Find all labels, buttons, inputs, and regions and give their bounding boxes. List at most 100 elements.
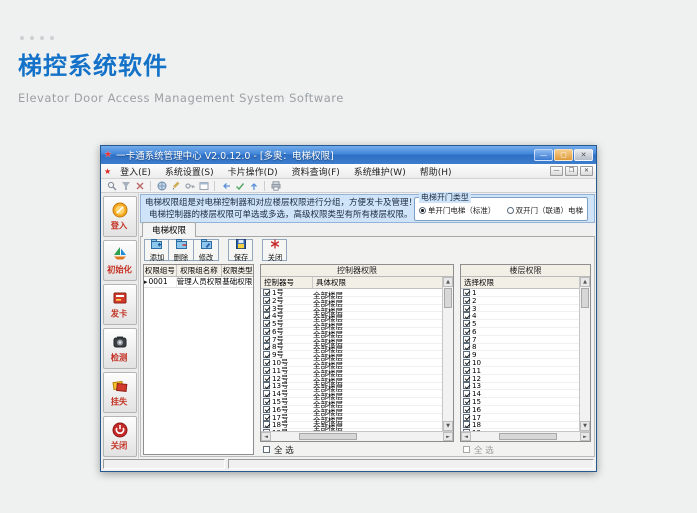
scroll-up-icon[interactable]: ▲ — [580, 277, 590, 287]
scroll-thumb[interactable] — [444, 288, 452, 308]
radio-icon[interactable] — [507, 207, 514, 214]
scroll-up-icon[interactable]: ▲ — [443, 277, 453, 287]
controller-select-all[interactable]: 全 选 — [260, 442, 454, 455]
controller-checkbox[interactable] — [263, 390, 270, 397]
floor-checkbox[interactable] — [463, 390, 470, 397]
controller-checkbox[interactable] — [263, 297, 270, 304]
window-icon[interactable] — [198, 180, 209, 191]
controller-permission-table[interactable]: 控制器权限 控制器号 具体权限 1号全部楼层2号全部楼层3号全部楼层4号全部楼层… — [260, 264, 454, 442]
table-row[interactable]: 5 — [461, 320, 579, 328]
controller-checkbox[interactable] — [263, 343, 270, 350]
edit-pen-icon[interactable] — [170, 180, 181, 191]
controller-checkbox[interactable] — [263, 398, 270, 405]
floor-checkbox[interactable] — [463, 297, 470, 304]
menu-item[interactable]: 帮助(H) — [413, 164, 459, 179]
mdi-close-button[interactable]: ✕ — [580, 166, 593, 176]
table-row[interactable]: ▸0001管理人员权限基础权限 — [144, 277, 253, 288]
controller-checkbox[interactable] — [263, 312, 270, 319]
door-type-option-1[interactable]: 单开门电梯（标准） — [419, 205, 496, 216]
floor-checkbox[interactable] — [463, 328, 470, 335]
mdi-minimize-button[interactable]: — — [550, 166, 563, 176]
sidebar-item-detect[interactable]: 检测 — [103, 328, 137, 369]
vertical-scrollbar[interactable]: ▲ ▼ — [579, 277, 590, 431]
maximize-button[interactable]: ▢ — [554, 149, 573, 161]
floor-select-all[interactable]: 全 选 — [460, 442, 591, 455]
controller-checkbox[interactable] — [263, 328, 270, 335]
column-header[interactable]: 权限组号 — [144, 265, 177, 276]
controller-checkbox[interactable] — [263, 382, 270, 389]
menu-item[interactable]: 系统维护(W) — [347, 164, 413, 179]
controller-checkbox[interactable] — [263, 289, 270, 296]
table-row[interactable]: 8 — [461, 344, 579, 352]
scroll-down-icon[interactable]: ▼ — [443, 421, 453, 431]
controller-checkbox[interactable] — [263, 421, 270, 428]
column-header[interactable]: 权限组名称 — [177, 265, 223, 276]
controller-checkbox[interactable] — [263, 375, 270, 382]
floor-permission-table[interactable]: 楼层权限 选择权限 123456789101112131415161718192… — [460, 264, 591, 442]
table-row[interactable]: 3 — [461, 305, 579, 313]
select-all-checkbox[interactable] — [263, 446, 270, 453]
menu-item[interactable]: 登入(E) — [113, 164, 158, 179]
controller-checkbox[interactable] — [263, 320, 270, 327]
controller-checkbox[interactable] — [263, 351, 270, 358]
menu-item[interactable]: 系统设置(S) — [158, 164, 221, 179]
floor-checkbox[interactable] — [463, 398, 470, 405]
floor-checkbox[interactable] — [463, 375, 470, 382]
controller-checkbox[interactable] — [263, 359, 270, 366]
mdi-restore-button[interactable]: ❐ — [565, 166, 578, 176]
sidebar-item-init[interactable]: 初始化 — [103, 240, 137, 281]
printer-icon[interactable] — [270, 180, 281, 191]
scroll-left-icon[interactable]: ◄ — [461, 432, 471, 441]
vertical-scrollbar[interactable]: ▲ ▼ — [442, 277, 453, 431]
floor-checkbox[interactable] — [463, 406, 470, 413]
del-button[interactable]: 删除 — [169, 239, 194, 261]
controller-checkbox[interactable] — [263, 305, 270, 312]
horizontal-scrollbar[interactable]: ◄ ► — [261, 431, 453, 441]
delete-icon[interactable] — [134, 180, 145, 191]
floor-checkbox[interactable] — [463, 336, 470, 343]
globe-icon[interactable] — [156, 180, 167, 191]
search-icon[interactable] — [106, 180, 117, 191]
horizontal-scrollbar[interactable]: ◄ ► — [461, 431, 590, 441]
floor-checkbox[interactable] — [463, 320, 470, 327]
save-button[interactable]: 保存 — [228, 239, 253, 261]
up-arrow-icon[interactable] — [248, 180, 259, 191]
sidebar-item-card[interactable]: 发卡 — [103, 284, 137, 325]
scroll-down-icon[interactable]: ▼ — [580, 421, 590, 431]
table-row[interactable]: 7 — [461, 336, 579, 344]
floor-checkbox[interactable] — [463, 367, 470, 374]
floor-checkbox[interactable] — [463, 414, 470, 421]
back-arrow-icon[interactable] — [220, 180, 231, 191]
mod-button[interactable]: 修改 — [194, 239, 219, 261]
door-type-option-2[interactable]: 双开门（联通）电梯 — [507, 205, 584, 216]
table-row[interactable]: 1 — [461, 289, 579, 297]
floor-checkbox[interactable] — [463, 343, 470, 350]
controller-checkbox[interactable] — [263, 429, 270, 431]
column-header[interactable]: 权限类型 — [222, 265, 253, 276]
controller-checkbox[interactable] — [263, 406, 270, 413]
floor-checkbox[interactable] — [463, 421, 470, 428]
floor-checkbox[interactable] — [463, 289, 470, 296]
scroll-right-icon[interactable]: ► — [443, 432, 453, 441]
menu-item[interactable]: 卡片操作(D) — [221, 164, 285, 179]
floor-checkbox[interactable] — [463, 312, 470, 319]
select-all-checkbox[interactable] — [463, 446, 470, 453]
filter-icon[interactable] — [120, 180, 131, 191]
sidebar-item-loss[interactable]: 挂失 — [103, 372, 137, 413]
scroll-thumb[interactable] — [299, 433, 357, 440]
sidebar-item-power[interactable]: 关闭 — [103, 416, 137, 457]
window-titlebar[interactable]: ★ 一卡通系统管理中心 V2.0.12.0 - [多奥：电梯权限] — ▢ ✕ — [101, 146, 596, 164]
table-row[interactable]: 2 — [461, 297, 579, 305]
controller-checkbox[interactable] — [263, 414, 270, 421]
menu-item[interactable]: 资料查询(F) — [285, 164, 347, 179]
controller-checkbox[interactable] — [263, 336, 270, 343]
floor-checkbox[interactable] — [463, 359, 470, 366]
scroll-left-icon[interactable]: ◄ — [261, 432, 271, 441]
key-icon[interactable] — [184, 180, 195, 191]
radio-icon[interactable] — [419, 207, 426, 214]
scroll-thumb[interactable] — [581, 288, 589, 308]
table-row[interactable]: 6 — [461, 328, 579, 336]
add-button[interactable]: 添加 — [144, 239, 169, 261]
tab-elevator-permission[interactable]: 电梯权限 — [142, 222, 196, 237]
scroll-right-icon[interactable]: ► — [580, 432, 590, 441]
